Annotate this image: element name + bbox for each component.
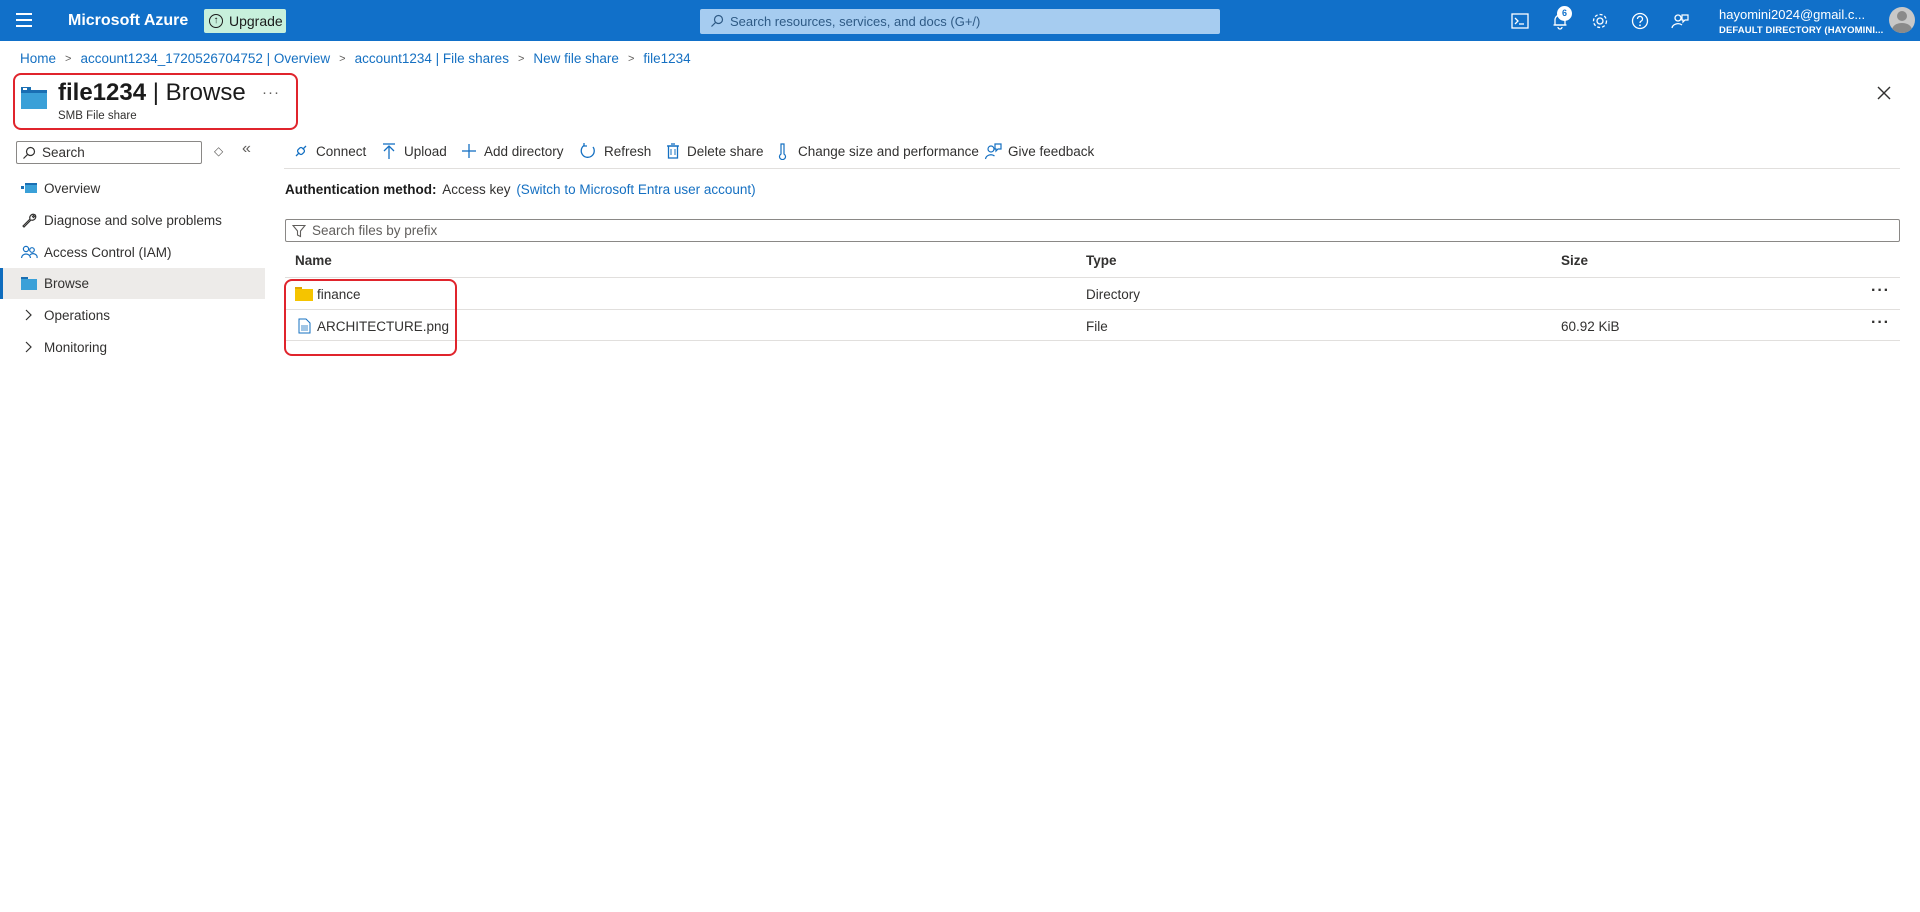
thermometer-icon (778, 143, 787, 160)
delete-share-label: Delete share (687, 144, 764, 159)
file-filter-input[interactable] (310, 221, 1890, 240)
menu-icon[interactable] (16, 13, 32, 27)
sidebar-item-label: Diagnose and solve problems (44, 213, 222, 228)
nav-search-input[interactable] (40, 143, 195, 162)
toolbar-divider (284, 168, 1900, 169)
table-row[interactable]: ARCHITECTURE.png File 60.92 KiB ··· (285, 309, 1900, 341)
give-feedback-button[interactable]: Give feedback (984, 140, 1099, 164)
upload-button[interactable]: Upload (380, 140, 450, 164)
global-search-input[interactable] (728, 9, 1208, 34)
breadcrumb-account-overview[interactable]: account1234_1720526704752 | Overview (80, 51, 330, 66)
connect-button[interactable]: Connect (292, 140, 372, 164)
row-size: 60.92 KiB (1561, 319, 1620, 334)
sidebar-item-label: Access Control (IAM) (44, 245, 172, 260)
authentication-method: Authentication method: Access key (Switc… (285, 182, 756, 197)
collapse-nav-icon[interactable]: « (242, 140, 251, 158)
chevron-right-icon: > (517, 52, 525, 65)
table-row[interactable]: finance Directory ··· (285, 277, 1900, 309)
chevron-right-icon (25, 341, 32, 353)
chevron-right-icon: > (627, 52, 635, 65)
sidebar-item-operations[interactable]: Operations (0, 300, 265, 331)
sidebar-item-label: Operations (44, 308, 111, 323)
title-separator: | (146, 79, 166, 106)
help-icon[interactable] (1630, 11, 1650, 31)
brand-title[interactable]: Microsoft Azure (68, 12, 188, 30)
title-resource-name: file1234 (58, 79, 147, 106)
add-directory-button[interactable]: Add directory (460, 140, 570, 164)
notification-count-badge: 6 (1557, 6, 1572, 21)
column-header-name[interactable]: Name (295, 253, 332, 268)
upgrade-arrow-icon: ↑ (209, 14, 223, 28)
file-share-icon (21, 87, 47, 109)
user-directory[interactable]: DEFAULT DIRECTORY (HAYOMINI... (1719, 25, 1883, 36)
give-feedback-label: Give feedback (1008, 144, 1095, 159)
overview-icon (21, 183, 37, 193)
breadcrumb-file-shares[interactable]: account1234 | File shares (355, 51, 509, 66)
file-filter-box[interactable] (285, 219, 1900, 242)
title-section: Browse (165, 79, 246, 106)
global-search-box[interactable] (700, 9, 1220, 34)
breadcrumb-file1234[interactable]: file1234 (643, 51, 690, 66)
change-size-button[interactable]: Change size and performance (774, 140, 979, 164)
nav-options-icon[interactable]: ◇ (214, 144, 223, 158)
refresh-label: Refresh (604, 144, 652, 159)
breadcrumb: Home > account1234_1720526704752 | Overv… (20, 51, 691, 66)
feedback-icon (984, 143, 1002, 160)
plug-icon (295, 145, 307, 157)
avatar[interactable] (1889, 7, 1915, 33)
delete-share-button[interactable]: Delete share (664, 140, 764, 164)
row-more-icon[interactable]: ··· (1871, 314, 1890, 332)
people-icon (20, 245, 38, 259)
feedback-icon[interactable] (1670, 11, 1690, 31)
more-options-icon[interactable]: ··· (262, 84, 280, 101)
upload-label: Upload (404, 144, 447, 159)
close-icon[interactable] (1874, 83, 1894, 103)
nav-search-box[interactable] (16, 141, 202, 164)
cloud-shell-icon[interactable] (1510, 11, 1530, 31)
refresh-icon (580, 143, 595, 158)
auth-value: Access key (442, 182, 511, 197)
sidebar-item-label: Monitoring (44, 340, 108, 355)
change-size-label: Change size and performance (798, 144, 979, 159)
sidebar-item-monitoring[interactable]: Monitoring (0, 332, 265, 363)
page-title: file1234 | Browse (58, 79, 246, 107)
sidebar-item-diagnose[interactable]: Diagnose and solve problems (0, 205, 265, 236)
row-type: Directory (1086, 287, 1141, 302)
plus-icon (462, 144, 476, 158)
sidebar-item-label: Overview (44, 181, 101, 196)
settings-gear-icon[interactable] (1590, 11, 1610, 31)
upgrade-label: Upgrade (229, 13, 283, 29)
column-header-size[interactable]: Size (1561, 253, 1588, 268)
upgrade-button[interactable]: ↑ Upgrade (204, 9, 286, 33)
sidebar-item-overview[interactable]: Overview (0, 173, 265, 204)
refresh-button[interactable]: Refresh (579, 140, 654, 164)
sidebar-item-browse[interactable]: Browse (0, 268, 265, 299)
folder-icon (21, 277, 37, 290)
chevron-right-icon: > (65, 52, 72, 65)
page-subtitle: SMB File share (58, 110, 137, 122)
add-directory-label: Add directory (484, 144, 564, 159)
auth-label: Authentication method: (285, 182, 437, 197)
wrench-icon (22, 213, 37, 228)
row-more-icon[interactable]: ··· (1871, 282, 1890, 300)
breadcrumb-new-file-share[interactable]: New file share (533, 51, 619, 66)
search-icon (711, 14, 724, 27)
sidebar-item-label: Browse (44, 276, 90, 291)
sidebar-item-access-control[interactable]: Access Control (IAM) (0, 237, 265, 268)
chevron-right-icon (25, 309, 32, 321)
breadcrumb-home[interactable]: Home (20, 51, 56, 66)
top-navigation-bar: Microsoft Azure ↑ Upgrade 6 hayomini2024… (0, 0, 1920, 41)
switch-auth-link[interactable]: (Switch to Microsoft Entra user account) (516, 182, 755, 197)
row-type: File (1086, 319, 1108, 334)
chevron-right-icon: > (339, 52, 346, 65)
column-header-type[interactable]: Type (1086, 253, 1117, 268)
upload-icon (383, 143, 395, 159)
user-email[interactable]: hayomini2024@gmail.c... (1719, 7, 1865, 22)
trash-icon (667, 143, 679, 159)
filter-icon (292, 224, 306, 238)
highlight-box-files (284, 279, 457, 356)
connect-label: Connect (316, 144, 367, 159)
search-icon (23, 146, 36, 159)
